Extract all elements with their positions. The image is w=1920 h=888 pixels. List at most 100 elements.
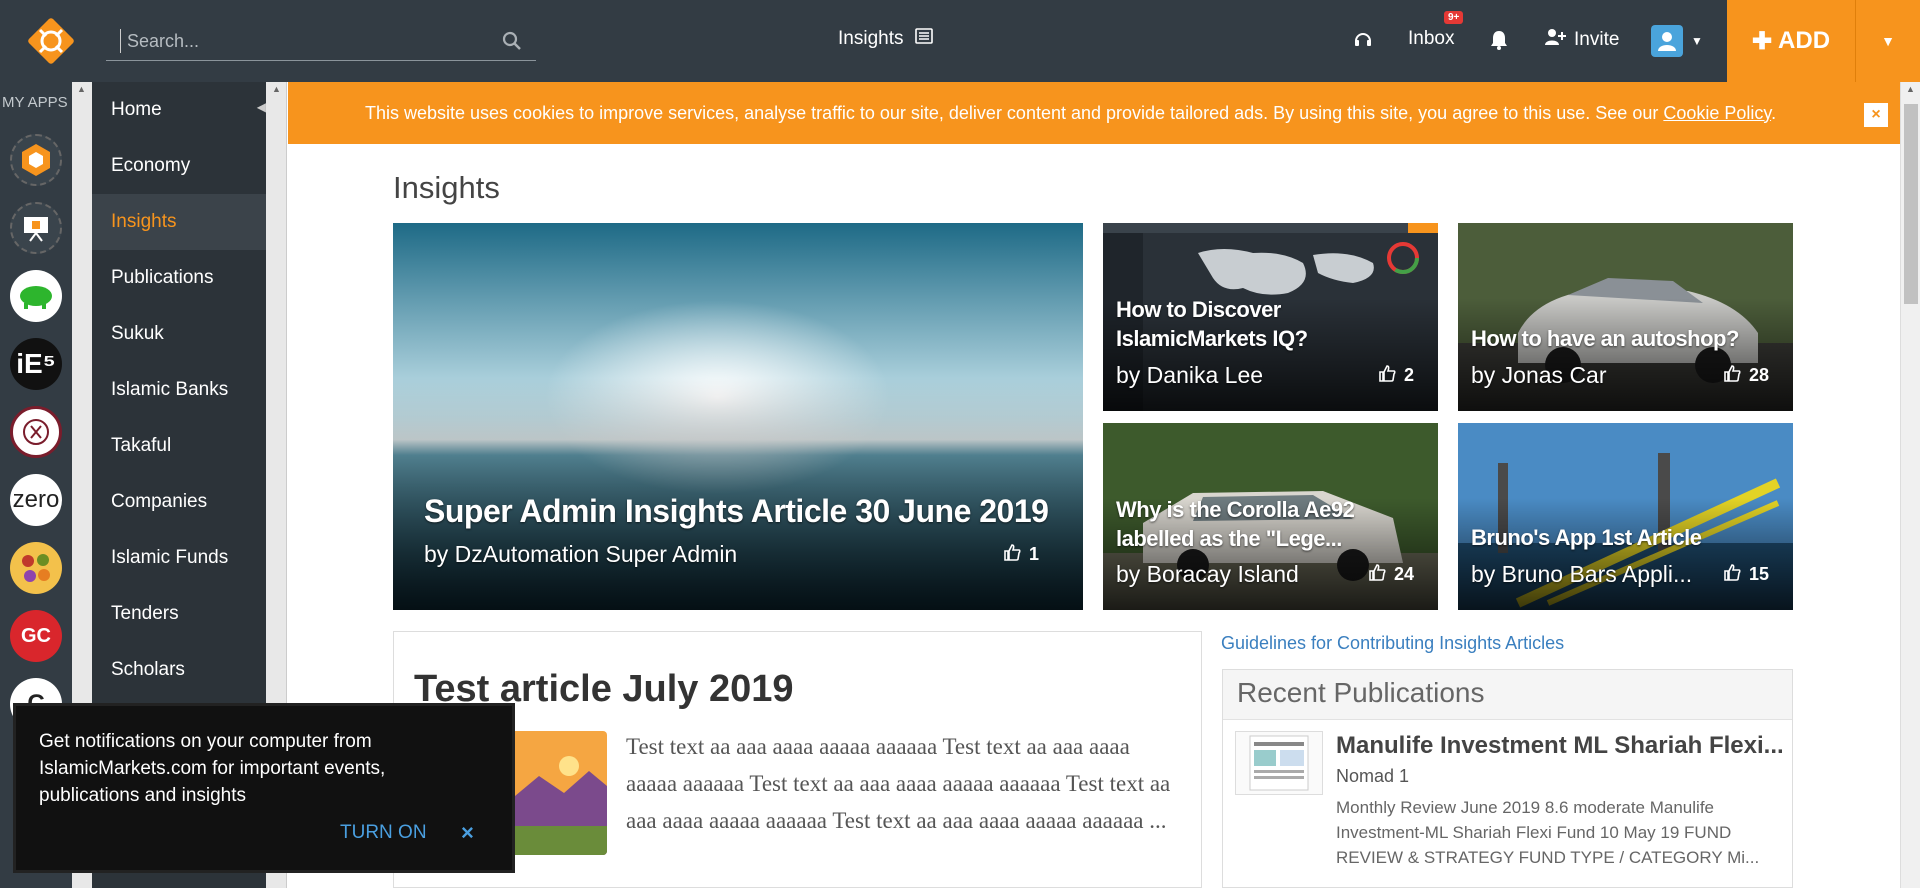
chevron-down-icon: ▼ [1691, 34, 1703, 48]
turn-on-button[interactable]: TURN ON [340, 822, 427, 844]
card-title: How to Discover IslamicMarkets IQ? [1116, 297, 1308, 351]
plus-icon: ✚ [1751, 27, 1773, 55]
app-icon-ie5[interactable]: iE⁵ [10, 338, 62, 390]
thumbs-up-icon [1003, 543, 1021, 566]
sidebar-item-tenders[interactable]: Tenders [92, 586, 266, 642]
search-input[interactable] [120, 29, 480, 53]
featured-card-main[interactable]: Super Admin Insights Article 30 June 201… [393, 223, 1083, 610]
featured-card-2[interactable]: How to Discover IslamicMarkets IQ? by Da… [1103, 223, 1438, 411]
sidebar-item-label: Islamic Banks [111, 379, 229, 400]
like-count: 24 [1393, 564, 1414, 584]
card-likes[interactable]: 1 [1003, 543, 1039, 566]
card-author: by Jonas Car [1471, 362, 1607, 388]
sidebar-item-label: Home [111, 99, 162, 120]
user-menu[interactable]: ▼ [1651, 25, 1703, 57]
scrollbar-thumb[interactable] [1904, 104, 1918, 304]
notification-prompt: Get notifications on your computer from … [13, 703, 515, 873]
my-apps-label: MY APPS [2, 94, 68, 111]
app-icon-presentation[interactable] [10, 202, 62, 254]
add-user-icon [1544, 28, 1566, 52]
sidebar-item-takaful[interactable]: Takaful [92, 418, 266, 474]
page-title: Insights [393, 170, 500, 205]
invite-label: Invite [1574, 29, 1620, 50]
search-icon[interactable] [502, 31, 522, 51]
card-title: Why is the Corolla Ae92 labelled as the … [1116, 497, 1355, 551]
close-icon[interactable]: × [461, 820, 474, 846]
search-box [106, 21, 536, 61]
app-icon-green-pig[interactable] [10, 270, 62, 322]
like-count: 1 [1028, 544, 1039, 564]
sidebar-item-home[interactable]: Home ◀ [92, 82, 266, 138]
insights-label: Insights [838, 28, 904, 49]
publication-thumbnail[interactable] [1235, 731, 1323, 795]
thumbs-up-icon [1723, 364, 1741, 387]
bell-icon[interactable] [1490, 29, 1508, 51]
card-shade [1458, 497, 1793, 610]
publication-author[interactable]: Nomad 1 [1336, 766, 1409, 787]
card-author: by Boracay Island [1116, 561, 1299, 587]
cookie-policy-link[interactable]: Cookie Policy [1663, 103, 1771, 123]
inbox-badge: 9+ [1444, 11, 1464, 24]
add-button[interactable]: ✚ ADD [1727, 0, 1855, 82]
islamicmarkets-logo-icon[interactable] [22, 12, 80, 70]
article-thumbnail[interactable] [509, 731, 607, 855]
thumbs-up-icon [1723, 563, 1741, 586]
card-likes[interactable]: 15 [1723, 563, 1769, 586]
sidebar-item-companies[interactable]: Companies [92, 474, 266, 530]
publication-title[interactable]: Manulife Investment ML Shariah Flexi... [1336, 732, 1784, 760]
notification-text: Get notifications on your computer from … [39, 731, 386, 806]
guidelines-link[interactable]: Guidelines for Contributing Insights Art… [1221, 633, 1564, 654]
featured-card-3[interactable]: How to have an autoshop? by Jonas Car 28 [1458, 223, 1793, 411]
add-dropdown-button[interactable]: ▼ [1855, 0, 1920, 82]
sidebar-item-sukuk[interactable]: Sukuk [92, 306, 266, 362]
sidebar-item-label: Tenders [111, 603, 179, 624]
card-shade [1458, 298, 1793, 411]
thumbs-up-icon [1368, 563, 1386, 586]
insights-menu[interactable]: Insights [838, 28, 934, 50]
top-bar: Insights Inbox 9+ Invite ▼ ✚ ADD ▼ [0, 0, 1920, 82]
featured-card-5[interactable]: Bruno's App 1st Article by Bruno Bars Ap… [1458, 423, 1793, 610]
app-icon-gc[interactable]: GC [10, 610, 62, 662]
card-title: How to have an autoshop? [1471, 326, 1739, 351]
sidebar-item-islamic-banks[interactable]: Islamic Banks [92, 362, 266, 418]
sidebar-item-label: Islamic Funds [111, 547, 229, 568]
featured-card-4[interactable]: Why is the Corolla Ae92 labelled as the … [1103, 423, 1438, 610]
app-icon-zero[interactable]: zero [10, 474, 62, 526]
sidebar-item-label: Takaful [111, 435, 172, 456]
sidebar-item-economy[interactable]: Economy [92, 138, 266, 194]
card-title: Bruno's App 1st Article [1471, 525, 1702, 550]
caret-down-icon: ▼ [1881, 33, 1895, 49]
scroll-up-icon[interactable]: ▲ [272, 84, 281, 94]
card-likes[interactable]: 2 [1378, 364, 1414, 387]
avatar [1651, 25, 1683, 57]
collapse-caret-icon[interactable]: ◀ [257, 100, 266, 114]
sidebar-item-label: Scholars [111, 659, 185, 680]
like-count: 2 [1403, 365, 1414, 385]
card-likes[interactable]: 24 [1368, 563, 1414, 586]
sidebar-item-scholars[interactable]: Scholars [92, 642, 266, 698]
scroll-up-icon[interactable]: ▲ [1906, 84, 1915, 94]
sidebar-item-insights[interactable]: Insights [92, 194, 266, 250]
recent-publications-panel: Recent Publications Manulife Investment … [1222, 669, 1793, 888]
inbox-link[interactable]: Inbox [1408, 28, 1454, 50]
sidebar-item-publications[interactable]: Publications [92, 250, 266, 306]
publication-description: Monthly Review June 2019 8.6 moderate Ma… [1336, 798, 1760, 867]
sidebar-item-label: Companies [111, 491, 208, 512]
app-icon-made-in-boracay[interactable] [10, 406, 62, 458]
sidebar-item-islamic-funds[interactable]: Islamic Funds [92, 530, 266, 586]
card-title: Super Admin Insights Article 30 June 201… [424, 493, 1049, 529]
invite-button[interactable]: Invite [1544, 28, 1619, 52]
app-icon-food[interactable] [10, 542, 62, 594]
app-icon-islamicmarkets[interactable] [10, 134, 62, 186]
card-author: by Danika Lee [1116, 362, 1264, 388]
like-count: 28 [1748, 365, 1769, 385]
support-icon[interactable] [1352, 29, 1374, 51]
close-icon[interactable]: × [1864, 103, 1888, 127]
card-likes[interactable]: 28 [1723, 364, 1769, 387]
card-author: by DzAutomation Super Admin [424, 541, 738, 567]
page-scrollbar[interactable]: ▲ [1900, 82, 1920, 888]
sidebar-item-label: Insights [111, 211, 177, 232]
cookie-suffix: . [1771, 102, 1777, 123]
sidebar-item-label: Sukuk [111, 323, 164, 344]
scroll-up-icon[interactable]: ▲ [77, 84, 86, 94]
